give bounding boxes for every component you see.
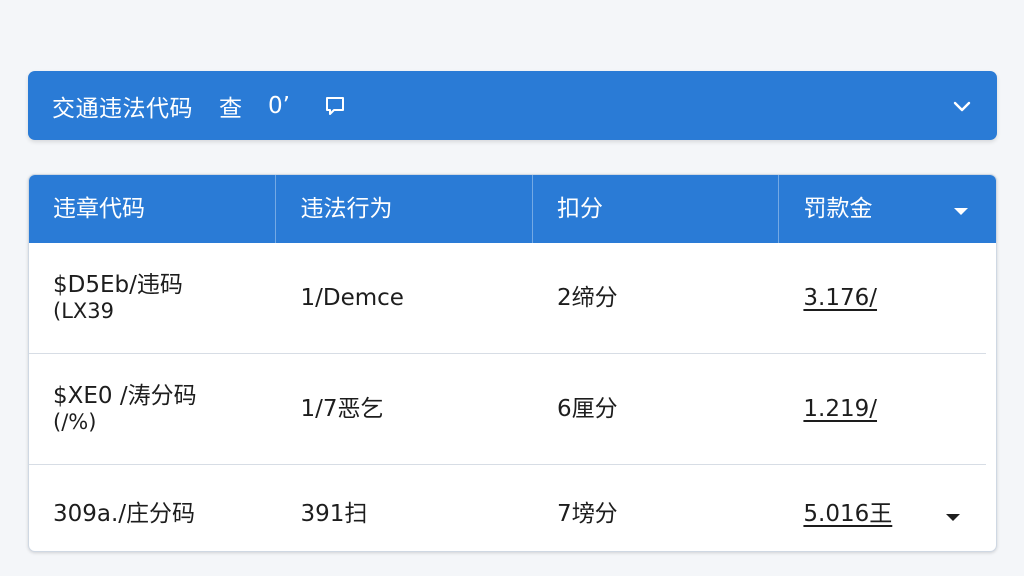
violation-code: $XE0 /涛分码 — [53, 383, 197, 409]
violation-code-cell: $D5Eb/违码 (LX39 — [29, 243, 276, 353]
fine-amount-cell: 1.219/ — [779, 354, 986, 464]
caret-down-icon[interactable] — [952, 203, 970, 222]
column-header-behavior[interactable]: 违法行为 — [276, 175, 533, 243]
violation-code-sub: (/%) — [53, 410, 97, 434]
table-row[interactable]: 309a./庄分码 391扫 7塝分 5.016王 — [29, 465, 986, 551]
violation-code: $D5Eb/违码 — [53, 272, 183, 298]
table-row[interactable]: $D5Eb/违码 (LX39 1/Demce 2缔分 3.176/ — [29, 243, 986, 354]
violation-code-cell: 309a./庄分码 — [29, 465, 276, 551]
column-header-code[interactable]: 违章代码 — [29, 175, 277, 243]
column-header-points[interactable]: 扣分 — [533, 175, 780, 243]
penalty-points: 6厘分 — [556, 396, 618, 422]
fine-amount[interactable]: 3.176/ — [803, 285, 986, 311]
table-header: 违章代码 违法行为 扣分 罚款金 — [29, 175, 996, 243]
violation-code-sub: (LX39 — [53, 299, 115, 323]
table-row[interactable]: $XE0 /涛分码 (/%) 1/7恶乞 6厘分 1.219/ — [29, 354, 986, 465]
fine-amount-cell: 3.176/ — [779, 243, 986, 353]
search-title: 交通违法代码 — [52, 95, 193, 122]
violation-behavior: 1/Demce — [300, 285, 404, 311]
penalty-points: 7塝分 — [556, 501, 618, 527]
chat-bubble-icon[interactable] — [324, 95, 346, 117]
violation-behavior: 391扫 — [300, 501, 368, 527]
fine-amount[interactable]: 1.219/ — [803, 396, 986, 422]
query-button[interactable]: 查 — [219, 89, 242, 123]
chevron-down-icon[interactable] — [951, 95, 973, 121]
penalty-points: 2缔分 — [556, 285, 618, 311]
result-count: 0’ — [268, 92, 290, 119]
violation-code-cell: $XE0 /涛分码 (/%) — [29, 354, 276, 464]
violation-table: 违章代码 违法行为 扣分 罚款金 $D5Eb/违码 (LX39 1/Demce … — [28, 174, 997, 552]
search-header-bar[interactable]: 交通违法代码 查 0’ — [28, 71, 997, 140]
violation-behavior: 1/7恶乞 — [300, 396, 384, 422]
caret-down-icon[interactable] — [944, 509, 962, 528]
violation-code: 309a./庄分码 — [53, 501, 196, 527]
